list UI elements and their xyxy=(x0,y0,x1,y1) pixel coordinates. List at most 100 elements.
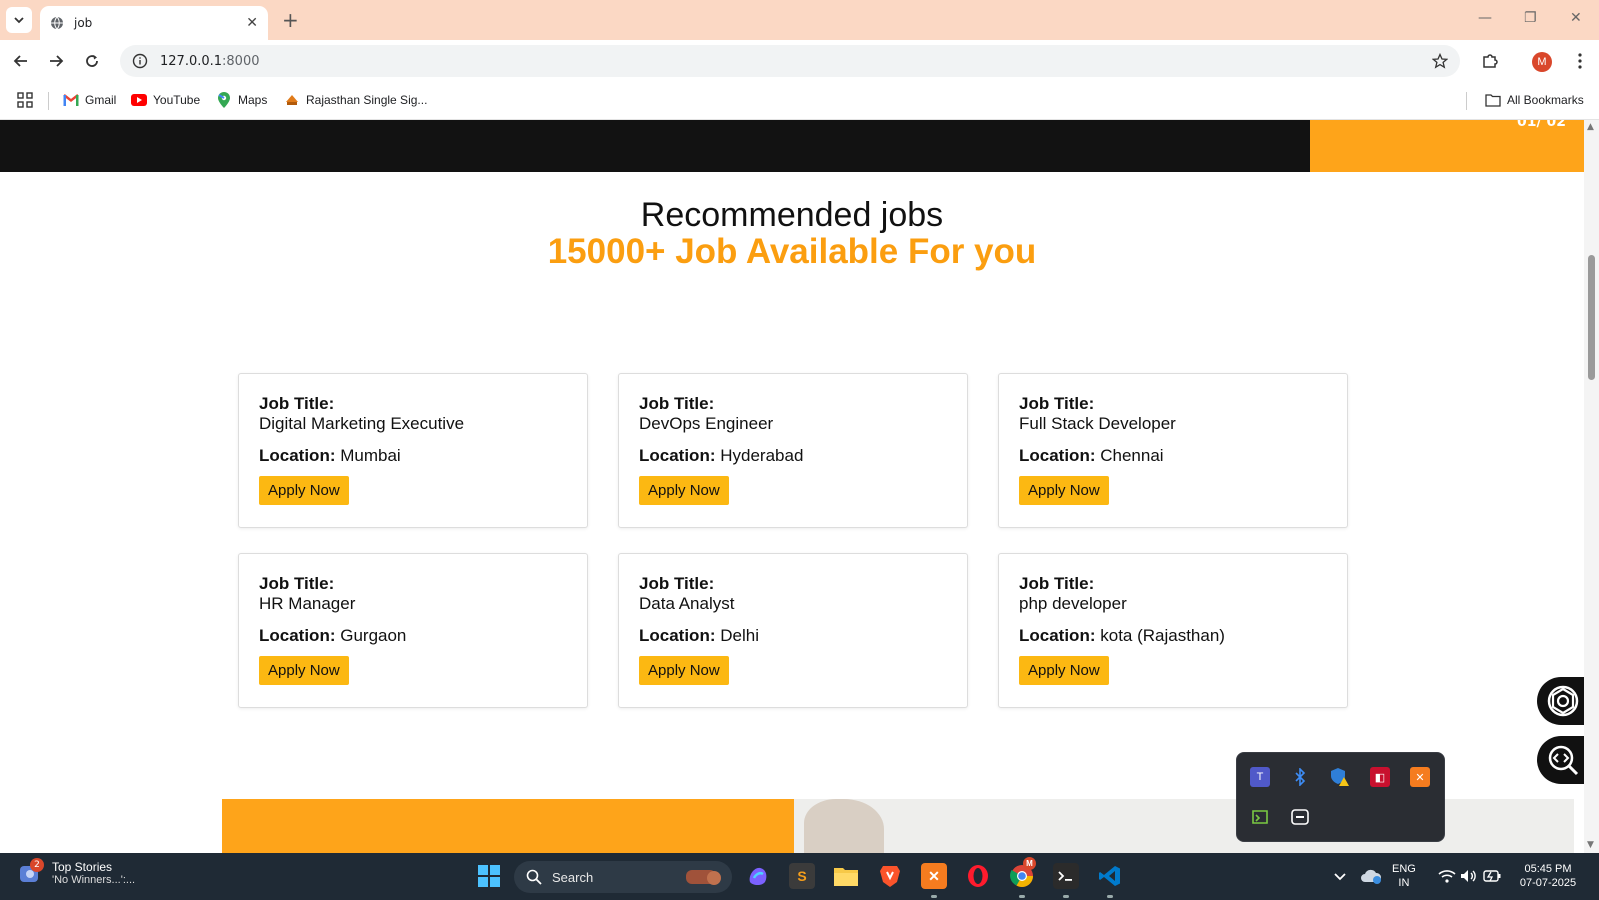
job-card: Job Title: php developer Location: kota … xyxy=(998,553,1348,708)
scroll-down-icon[interactable]: ▼ xyxy=(1587,840,1594,850)
brave-icon[interactable] xyxy=(877,863,903,889)
apply-now-button[interactable]: Apply Now xyxy=(639,656,729,685)
profile-avatar[interactable]: M xyxy=(1532,52,1552,72)
news-title: Top Stories xyxy=(52,860,113,874)
apply-now-button[interactable]: Apply Now xyxy=(1019,656,1109,685)
input-language[interactable]: ENG IN xyxy=(1392,862,1416,890)
address-bar[interactable]: 127.0.0.1:8000 xyxy=(120,45,1460,77)
tab-search-button[interactable] xyxy=(6,7,32,33)
back-button[interactable] xyxy=(9,49,33,73)
chrome-running-indicator xyxy=(1019,895,1025,898)
apps-button[interactable] xyxy=(17,92,33,108)
job-title: Digital Marketing Executive xyxy=(259,414,465,433)
extensions-button[interactable] xyxy=(1478,49,1502,73)
puzzle-icon xyxy=(1483,54,1498,68)
job-title-label: Job Title: xyxy=(1019,394,1095,413)
rajasthan-icon xyxy=(284,92,300,108)
copilot-icon[interactable] xyxy=(745,863,771,889)
globe-icon xyxy=(51,16,63,30)
windows-taskbar: 2 Top Stories 'No Winners...':... Search… xyxy=(0,853,1599,900)
apply-now-button[interactable]: Apply Now xyxy=(259,476,349,505)
search-highlight-icon xyxy=(686,870,721,885)
folder-icon xyxy=(1485,92,1501,108)
job-card: Job Title: HR Manager Location: Gurgaon … xyxy=(238,553,588,708)
bookmarks-divider-right xyxy=(1466,92,1467,110)
promo-banner-image xyxy=(794,799,1574,853)
tray-overflow-button[interactable] xyxy=(1327,863,1353,889)
ai-assistant-button[interactable] xyxy=(1537,677,1584,725)
restore-icon[interactable]: ❐ xyxy=(1524,10,1537,26)
taskbar-search[interactable]: Search xyxy=(514,861,732,893)
job-location: Location: Delhi xyxy=(639,626,759,645)
opera-icon[interactable] xyxy=(965,863,991,889)
chrome-icon[interactable]: M xyxy=(1009,857,1036,889)
terminal-green-icon[interactable] xyxy=(1250,807,1270,827)
tab-strip: job ✕ + — ❐ ✕ xyxy=(0,0,1599,40)
hero-slider-bottom xyxy=(0,120,1310,172)
slide-counter: 01/ 02 xyxy=(1517,120,1566,130)
section-heading: Recommended jobs xyxy=(640,196,944,234)
openai-icon xyxy=(1547,685,1579,717)
tab-title: job xyxy=(74,16,93,30)
site-info-icon[interactable] xyxy=(132,53,148,69)
job-title-label: Job Title: xyxy=(639,394,715,413)
scroll-thumb[interactable] xyxy=(1588,255,1595,380)
bookmark-star-button[interactable] xyxy=(1428,49,1452,73)
anydesk-icon[interactable]: ◧ xyxy=(1370,767,1390,787)
gmail-icon xyxy=(63,92,79,108)
vscode-icon[interactable] xyxy=(1097,863,1123,889)
reload-icon xyxy=(86,55,98,67)
close-tab-icon[interactable]: ✕ xyxy=(246,15,258,31)
bookmarks-divider xyxy=(48,92,49,110)
code-search-icon xyxy=(1548,745,1579,776)
clock[interactable]: 05:45 PM 07-07-2025 xyxy=(1512,862,1584,890)
promo-banner-accent xyxy=(222,799,794,853)
bookmark-maps[interactable]: Maps xyxy=(216,92,267,108)
start-button[interactable] xyxy=(476,863,502,889)
maps-icon xyxy=(216,92,232,108)
security-warning-icon[interactable] xyxy=(1330,767,1350,787)
job-title: Data Analyst xyxy=(639,594,735,613)
job-card: Job Title: Full Stack Developer Location… xyxy=(998,373,1348,528)
bookmark-rajasthan[interactable]: Rajasthan Single Sig... xyxy=(284,92,427,108)
xampp-icon[interactable]: ✕ xyxy=(1410,767,1430,787)
xampp-taskbar-icon[interactable]: ✕ xyxy=(921,863,947,889)
windows-logo-icon xyxy=(478,865,500,887)
teams-icon[interactable]: T xyxy=(1250,767,1270,787)
bookmarks-bar: Gmail YouTube Maps Rajasthan Single Sig.… xyxy=(0,82,1599,120)
forward-button[interactable] xyxy=(44,49,68,73)
news-widget[interactable]: 2 Top Stories 'No Winners...':... xyxy=(18,858,135,886)
bookmark-gmail[interactable]: Gmail xyxy=(63,92,116,108)
onedrive-icon[interactable] xyxy=(1358,863,1384,889)
search-icon xyxy=(526,869,542,885)
minimize-icon[interactable]: — xyxy=(1478,10,1492,26)
terminal-icon[interactable] xyxy=(1053,863,1079,889)
vscode-running-indicator xyxy=(1107,895,1113,898)
banner-photo xyxy=(804,799,884,853)
battery-icon[interactable] xyxy=(1479,863,1505,889)
xampp-running-indicator xyxy=(931,895,937,898)
youtube-icon xyxy=(131,92,147,108)
browser-menu-button[interactable] xyxy=(1568,49,1592,73)
apps-grid-icon xyxy=(17,92,33,108)
job-location: Location: Gurgaon xyxy=(259,626,407,645)
scroll-up-icon[interactable]: ▲ xyxy=(1587,122,1594,132)
screen-capture-icon[interactable] xyxy=(1290,807,1310,827)
apply-now-button[interactable]: Apply Now xyxy=(259,656,349,685)
url-text: 127.0.0.1:8000 xyxy=(160,53,260,69)
reload-button[interactable] xyxy=(80,49,104,73)
all-bookmarks-button[interactable]: All Bookmarks xyxy=(1485,92,1584,108)
bookmark-youtube[interactable]: YouTube xyxy=(131,92,200,108)
news-widget-icon: 2 xyxy=(18,858,44,885)
new-tab-button[interactable]: + xyxy=(282,8,299,32)
sublime-text-icon[interactable]: S xyxy=(789,863,815,889)
active-tab[interactable]: job ✕ xyxy=(40,6,268,40)
code-search-button[interactable] xyxy=(1537,736,1584,784)
bluetooth-icon[interactable] xyxy=(1290,767,1310,787)
chevron-down-icon xyxy=(1334,873,1346,881)
apply-now-button[interactable]: Apply Now xyxy=(1019,476,1109,505)
page-scrollbar[interactable]: ▲ ▼ xyxy=(1584,120,1599,853)
file-explorer-icon[interactable] xyxy=(833,863,859,889)
close-window-icon[interactable]: ✕ xyxy=(1570,10,1582,26)
apply-now-button[interactable]: Apply Now xyxy=(639,476,729,505)
